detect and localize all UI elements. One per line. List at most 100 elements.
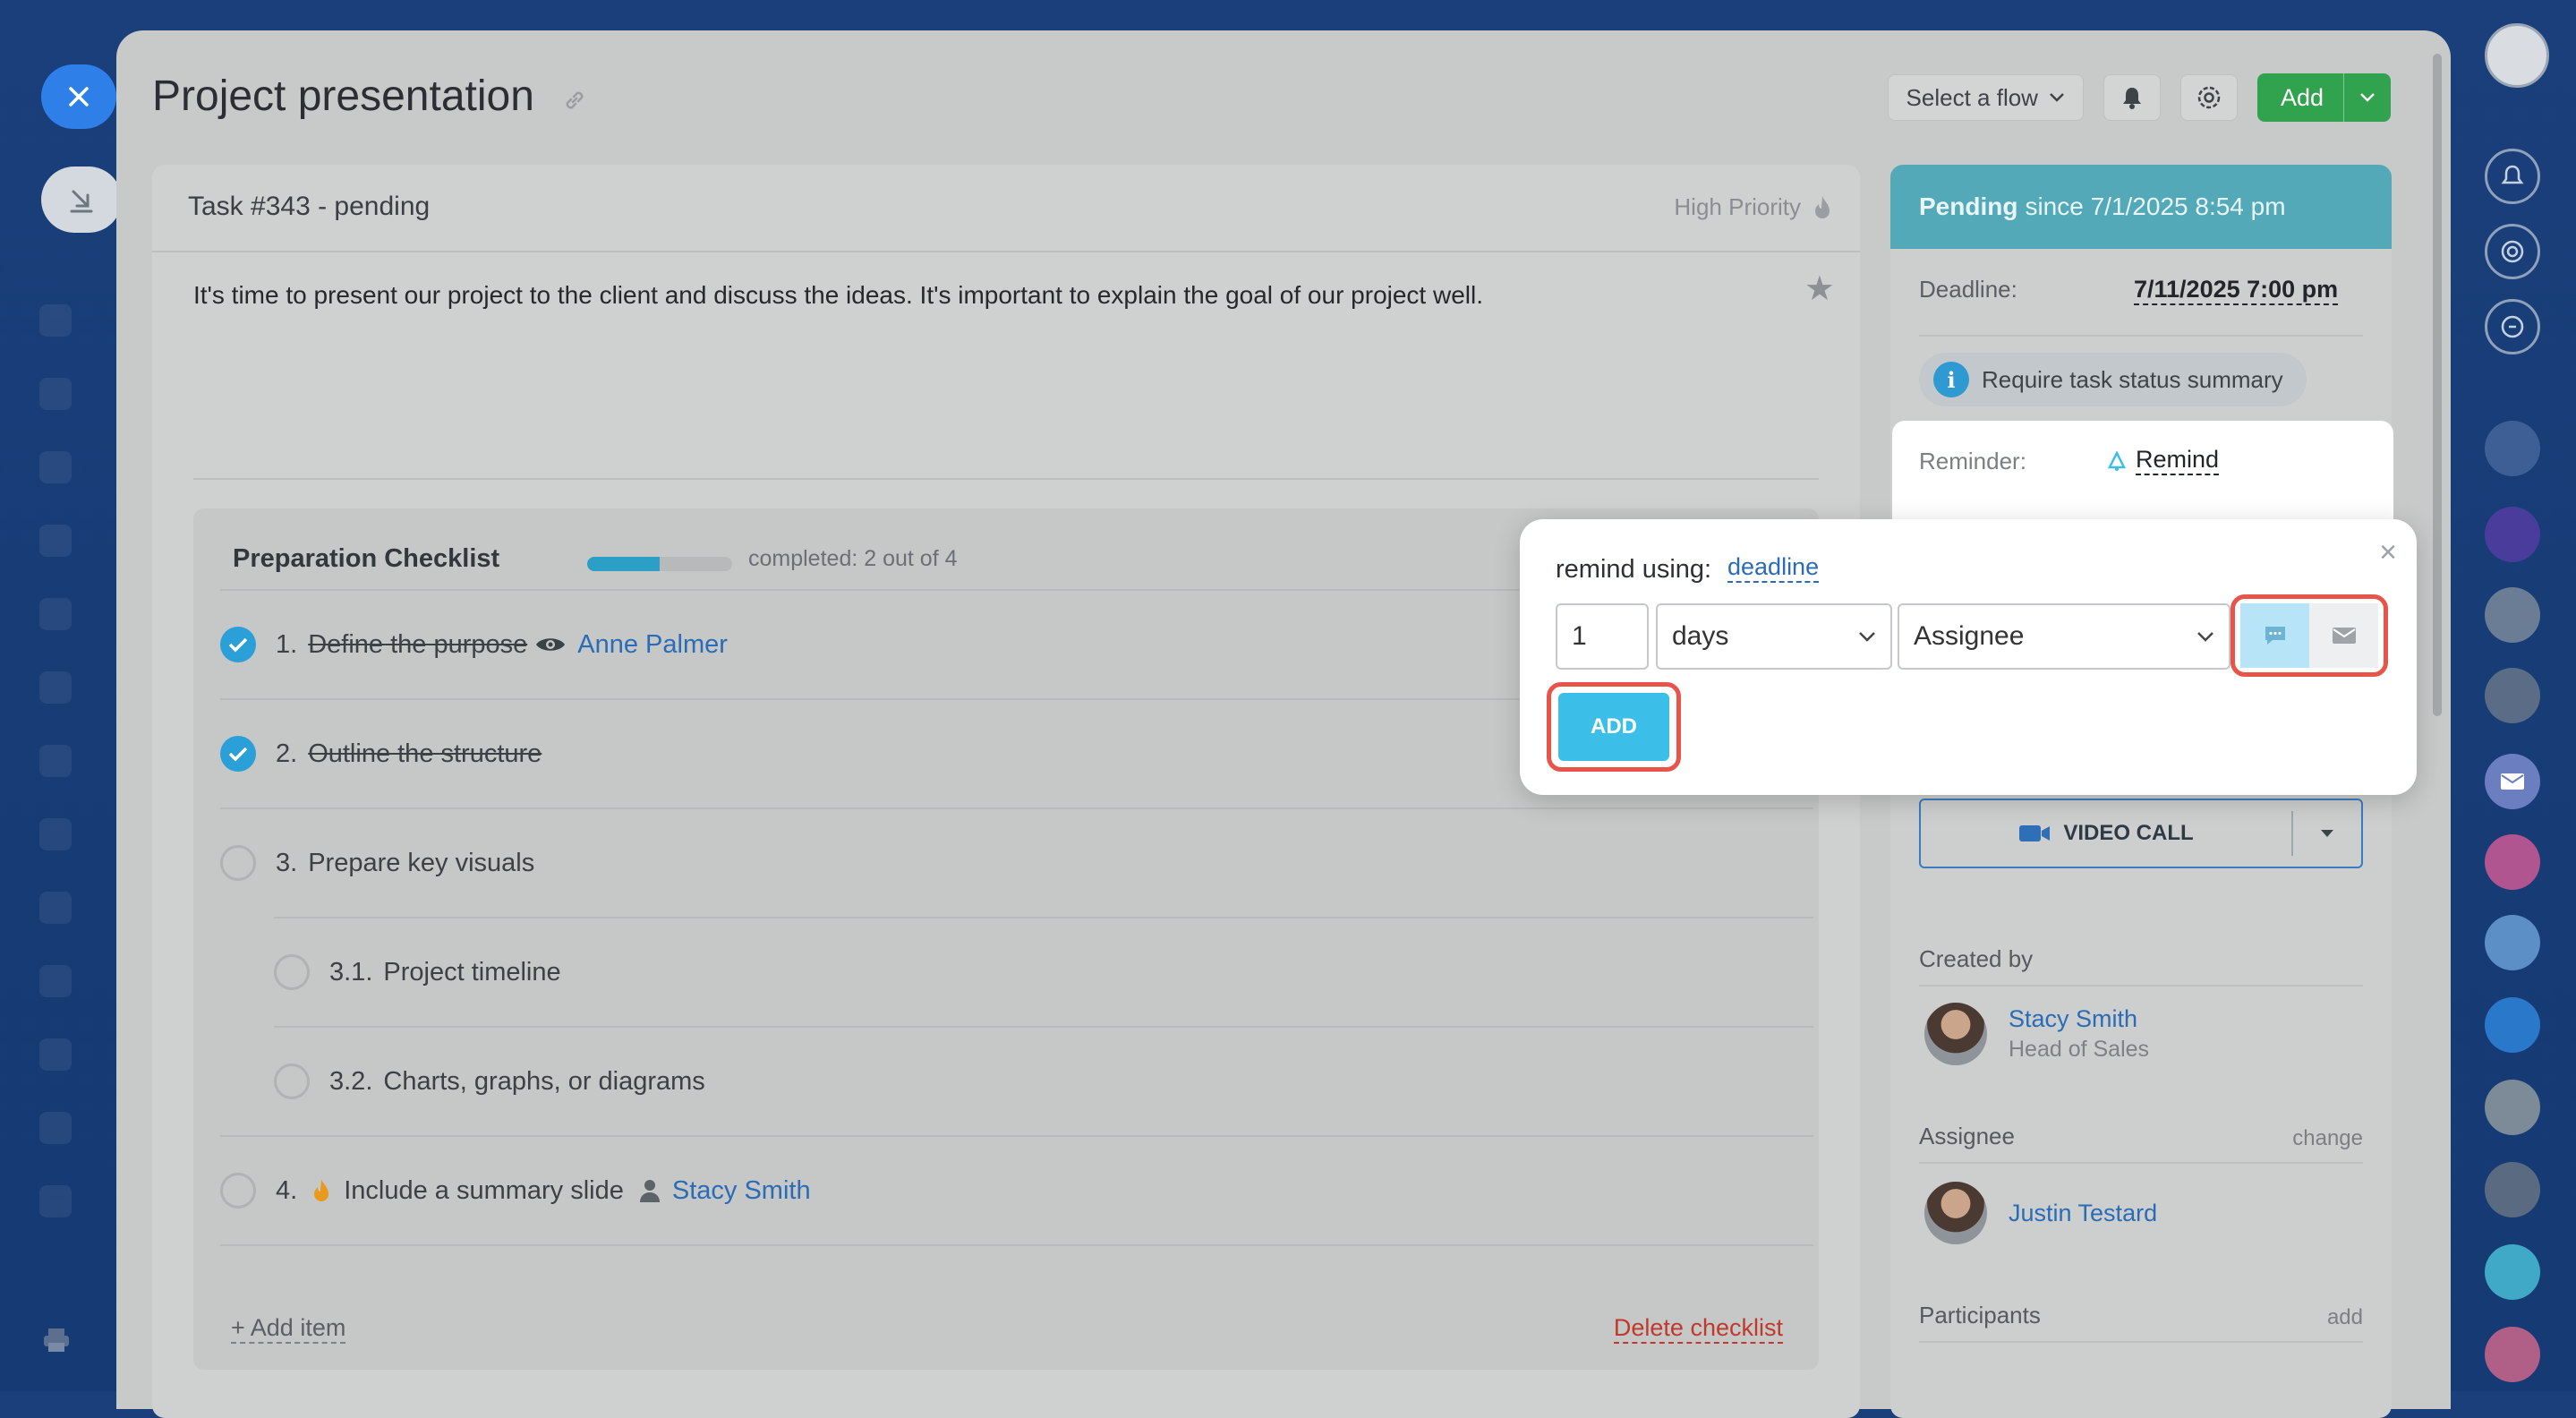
flow-select-label: Select a flow [1906, 83, 2038, 111]
add-button[interactable]: Add [2256, 73, 2391, 122]
eye-icon [536, 638, 566, 651]
bell-icon[interactable] [2485, 149, 2540, 204]
delete-checklist-link[interactable]: Delete checklist [1613, 1314, 1783, 1344]
reminder-card: Reminder: Remind [1892, 421, 2393, 519]
avatar[interactable] [2485, 421, 2540, 476]
checklist-subitem[interactable]: 3.2. Charts, graphs, or diagrams [274, 1026, 1813, 1135]
item-person[interactable]: Anne Palmer [577, 630, 728, 660]
star-icon[interactable]: ★ [1804, 269, 1835, 309]
creator[interactable]: Stacy Smith Head of Sales [1924, 1003, 2149, 1065]
unit-select[interactable]: days [1656, 603, 1892, 670]
scrollbar[interactable] [2433, 54, 2442, 716]
task-header: Task #343 - pending High Priority [152, 165, 1860, 252]
checklist-item[interactable]: 3. Prepare key visuals [220, 807, 1813, 917]
amount-value: 1 [1572, 621, 1587, 651]
unchecked-icon[interactable] [274, 954, 310, 990]
group-icon[interactable] [2485, 915, 2540, 970]
reminder-popup: × remind using: deadline 1 days Assignee… [1520, 519, 2417, 795]
video-camera-icon [2019, 825, 2051, 841]
item-number: 3. [276, 848, 298, 877]
add-dropdown-toggle[interactable] [2344, 92, 2391, 103]
flow-select[interactable]: Select a flow [1887, 74, 2084, 121]
video-call-dropdown[interactable] [2293, 829, 2361, 838]
avatar[interactable] [2485, 668, 2540, 723]
priority-toggle[interactable]: High Priority [1674, 193, 1833, 221]
close-icon[interactable]: × [2379, 535, 2397, 570]
item-number: 3.1. [329, 957, 373, 987]
deadline-value[interactable]: 7/11/2025 7:00 pm [2134, 276, 2339, 305]
status-summary-toggle[interactable]: i Require task status summary [1919, 353, 2307, 406]
close-button[interactable] [41, 64, 116, 129]
chevron-down-icon [2197, 632, 2213, 642]
checked-icon[interactable] [220, 736, 256, 772]
recipient-select[interactable]: Assignee [1898, 603, 2231, 670]
video-call-main[interactable]: VIDEO CALL [1921, 811, 2293, 856]
settings-button[interactable] [2179, 74, 2238, 121]
chat-channel-button[interactable] [2240, 603, 2309, 668]
reminder-value: Remind [2136, 446, 2220, 475]
participants-add-link[interactable]: add [2327, 1305, 2363, 1330]
avatar[interactable] [2485, 587, 2540, 643]
group-icon[interactable] [2485, 834, 2540, 890]
avatar[interactable] [2485, 1162, 2540, 1217]
divider [1919, 335, 2363, 337]
task-number-status: Task #343 - pending [188, 192, 431, 221]
avatar[interactable] [2485, 507, 2540, 562]
reminder-link[interactable]: Remind [2107, 446, 2220, 475]
task-description: It's time to present our project to the … [193, 281, 1484, 309]
copy-link-icon[interactable] [562, 88, 587, 117]
creator-name[interactable]: Stacy Smith [2009, 1005, 2149, 1033]
item-number: 1. [276, 629, 298, 659]
avatar[interactable] [2485, 23, 2549, 88]
chevron-down-icon [1859, 632, 1875, 642]
summary-label: Require task status summary [1982, 365, 2283, 393]
mail-icon [2332, 628, 2356, 644]
add-item-link[interactable]: + Add item [231, 1314, 346, 1344]
flame-icon [314, 1179, 329, 1201]
divider [1919, 985, 2363, 987]
assignee-name[interactable]: Justin Testard [2009, 1200, 2157, 1227]
item-number: 2. [276, 739, 298, 768]
status-label: Pending [1919, 192, 2018, 220]
chevron-down-icon [2050, 93, 2064, 102]
assignee-label: Assignee [1919, 1123, 2015, 1149]
unchecked-icon[interactable] [220, 1173, 256, 1209]
chat-icon [2265, 627, 2285, 645]
remind-using-value[interactable]: deadline [1727, 553, 1820, 583]
checklist-title: Preparation Checklist [233, 544, 500, 573]
checklist-item[interactable]: 4. Include a summary slide Stacy Smith [220, 1135, 1813, 1246]
assignee-change-link[interactable]: change [2292, 1126, 2363, 1151]
amount-input[interactable]: 1 [1556, 603, 1649, 670]
participants-label: Participants [1919, 1302, 2041, 1328]
divider [193, 478, 1819, 480]
video-call-button[interactable]: VIDEO CALL [1919, 799, 2363, 868]
bookmark-icon[interactable] [2485, 997, 2540, 1053]
priority-label: High Priority [1674, 193, 1801, 220]
group-icon[interactable] [2485, 1327, 2540, 1382]
add-reminder-button[interactable]: ADD [1558, 693, 1669, 761]
notification-button[interactable] [2103, 74, 2161, 121]
minimize-button[interactable] [41, 167, 122, 233]
reminder-bell-icon [2107, 450, 2127, 471]
item-person[interactable]: Stacy Smith [672, 1176, 811, 1206]
chat-icon[interactable] [2485, 1244, 2540, 1300]
item-text: Charts, graphs, or diagrams [383, 1066, 705, 1096]
minimize-icon [70, 190, 93, 213]
flame-icon [1815, 195, 1830, 218]
search-chat-icon[interactable] [2485, 299, 2540, 354]
print-icon[interactable] [41, 1325, 72, 1360]
email-channel-button[interactable] [2309, 603, 2378, 668]
unchecked-icon[interactable] [274, 1064, 310, 1099]
checked-icon[interactable] [220, 627, 256, 662]
checklist-subitem[interactable]: 3.1. Project timeline [274, 917, 1813, 1026]
deadline-label: Deadline: [1919, 276, 2017, 303]
unchecked-icon[interactable] [220, 845, 256, 881]
assignee[interactable]: Justin Testard [1924, 1182, 2157, 1244]
item-text: Define the purpose [308, 629, 528, 659]
left-nav [0, 0, 122, 1391]
target-icon[interactable] [2485, 224, 2540, 279]
avatar [1924, 1003, 1987, 1065]
mail-icon[interactable] [2485, 754, 2540, 809]
avatar [1924, 1182, 1987, 1244]
avatar[interactable] [2485, 1080, 2540, 1135]
